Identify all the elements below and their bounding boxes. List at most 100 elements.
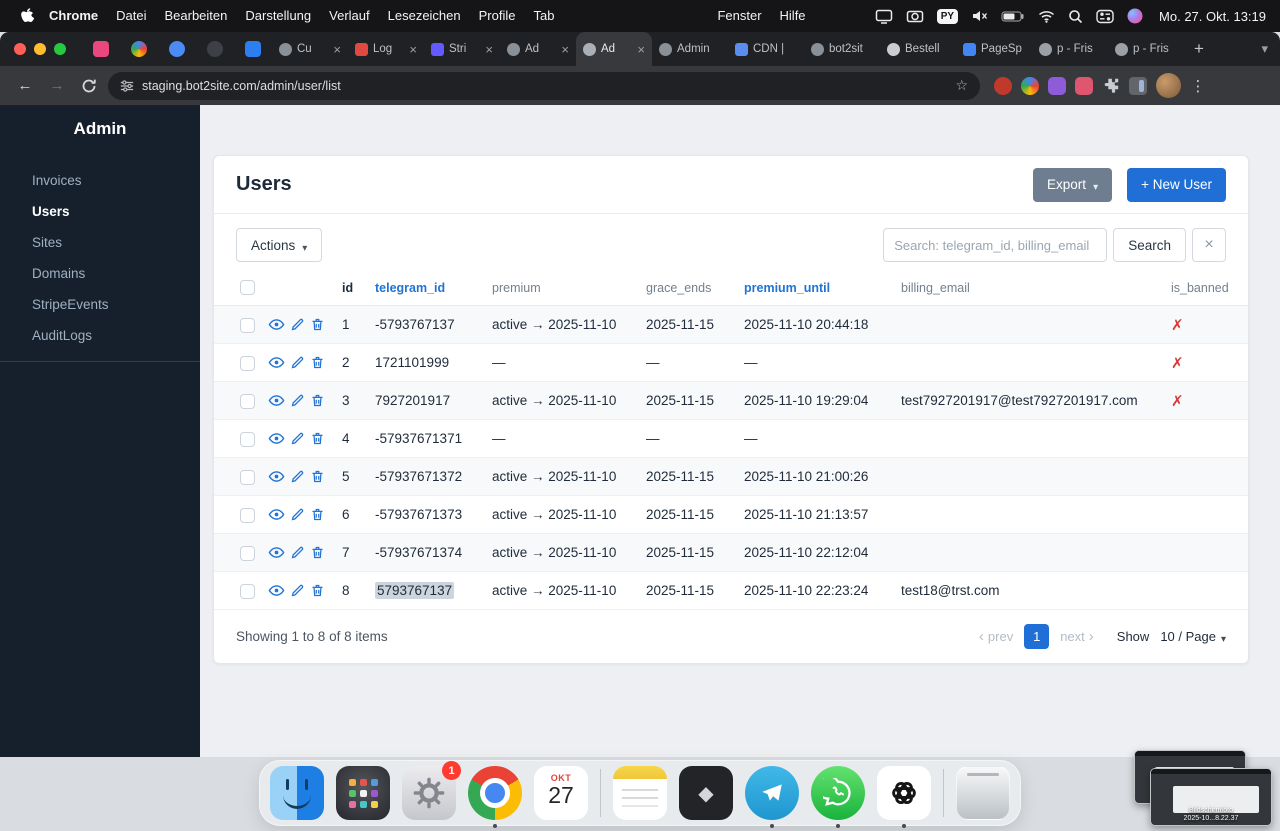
zoom-window-button[interactable]: [54, 43, 66, 55]
reload-button[interactable]: [76, 73, 102, 99]
row-checkbox[interactable]: [240, 431, 255, 447]
sidebar-item-users[interactable]: Users: [0, 196, 200, 227]
pinned-tab[interactable]: [234, 32, 272, 66]
view-icon[interactable]: [268, 582, 285, 599]
table-row[interactable]: 6 -57937671373 active → 2025-11-10 2025-…: [214, 495, 1248, 535]
col-is-banned[interactable]: is_banned: [1171, 276, 1248, 307]
tab-overflow-chevron-icon[interactable]: [1261, 41, 1268, 57]
spotlight-icon[interactable]: [1068, 9, 1083, 24]
row-checkbox[interactable]: [240, 545, 255, 561]
mute-icon[interactable]: [971, 9, 988, 23]
battery-icon[interactable]: [1001, 9, 1025, 24]
delete-icon[interactable]: [310, 469, 325, 484]
pinned-tab[interactable]: [82, 32, 120, 66]
close-window-button[interactable]: [14, 43, 26, 55]
sidebar-item-auditlogs[interactable]: AuditLogs: [0, 320, 200, 351]
calendar-dock-icon[interactable]: OKT 27: [534, 766, 588, 820]
browser-tab[interactable]: p - Fris: [1032, 32, 1108, 66]
new-tab-button[interactable]: [1184, 34, 1214, 64]
display-icon[interactable]: [875, 8, 893, 24]
browser-tab[interactable]: Admin: [652, 32, 728, 66]
browser-tab[interactable]: CDN |: [728, 32, 804, 66]
tab-close-icon[interactable]: [637, 42, 645, 57]
colorful-extension-icon[interactable]: [1021, 76, 1039, 95]
table-row[interactable]: 2 1721101999 — — — ✗: [214, 343, 1248, 383]
dark-app-dock-icon[interactable]: [679, 766, 733, 820]
delete-icon[interactable]: [310, 507, 325, 522]
menu-app-name[interactable]: Chrome: [40, 0, 107, 32]
whatsapp-dock-icon[interactable]: [811, 766, 865, 828]
menu-hilfe[interactable]: Hilfe: [771, 0, 815, 32]
export-button[interactable]: Export: [1033, 167, 1113, 202]
search-input[interactable]: [883, 228, 1108, 262]
browser-tab[interactable]: Bestell: [880, 32, 956, 66]
extensions-puzzle-icon[interactable]: [1102, 77, 1120, 95]
row-checkbox[interactable]: [240, 507, 255, 523]
delete-icon[interactable]: [310, 355, 325, 370]
trash-dock-icon[interactable]: [956, 766, 1010, 820]
table-row[interactable]: 3 7927201917 active → 2025-11-10 2025-11…: [214, 381, 1248, 421]
edit-icon[interactable]: [290, 583, 305, 598]
launchpad-dock-icon[interactable]: [336, 766, 390, 820]
pinned-tab[interactable]: [158, 32, 196, 66]
menu-profile[interactable]: Profile: [470, 0, 525, 32]
wifi-icon[interactable]: [1038, 9, 1055, 23]
row-checkbox[interactable]: [240, 583, 255, 599]
row-checkbox[interactable]: [240, 355, 255, 371]
notes-dock-icon[interactable]: [613, 766, 667, 820]
menu-verlauf[interactable]: Verlauf: [320, 0, 378, 32]
settings-dock-icon[interactable]: 1: [402, 761, 461, 820]
menu-bearbeiten[interactable]: Bearbeiten: [155, 0, 236, 32]
row-checkbox[interactable]: [240, 393, 255, 409]
browser-tab-active[interactable]: Ad: [576, 32, 652, 66]
delete-icon[interactable]: [310, 431, 325, 446]
chrome-dock-icon[interactable]: [468, 766, 522, 828]
view-icon[interactable]: [268, 316, 285, 333]
table-row[interactable]: 1 -5793767137 active → 2025-11-10 2025-1…: [214, 305, 1248, 345]
new-user-button[interactable]: + New User: [1127, 167, 1226, 202]
tab-close-icon[interactable]: [485, 42, 493, 57]
next-page-button[interactable]: next: [1060, 628, 1094, 645]
col-premium-until[interactable]: premium_until: [744, 276, 901, 307]
browser-tab[interactable]: PageSp: [956, 32, 1032, 66]
siri-icon[interactable]: [1127, 8, 1143, 24]
pinned-tab[interactable]: [120, 32, 158, 66]
tab-close-icon[interactable]: [561, 42, 569, 57]
edit-icon[interactable]: [290, 507, 305, 522]
browser-menu-icon[interactable]: [1190, 77, 1206, 95]
purple-extension-icon[interactable]: [1048, 76, 1066, 95]
back-button[interactable]: [12, 73, 38, 99]
view-icon[interactable]: [268, 392, 285, 409]
sidebar-item-domains[interactable]: Domains: [0, 258, 200, 289]
table-row[interactable]: 4 -57937671371 — — —: [214, 419, 1248, 459]
clear-search-button[interactable]: [1192, 228, 1226, 262]
col-id[interactable]: id: [330, 276, 375, 307]
pink-extension-icon[interactable]: [1075, 76, 1093, 95]
prev-page-button[interactable]: prev: [979, 628, 1013, 645]
per-page-select[interactable]: 10 / Page: [1160, 629, 1226, 644]
profile-avatar[interactable]: [1156, 73, 1181, 98]
address-bar[interactable]: staging.bot2site.com/admin/user/list: [108, 71, 980, 100]
sidebar-item-sites[interactable]: Sites: [0, 227, 200, 258]
table-row[interactable]: 5 -57937671372 active → 2025-11-10 2025-…: [214, 457, 1248, 497]
row-checkbox[interactable]: [240, 469, 255, 485]
screenshot-thumbnail[interactable]: Bildschirmfoto 2025-10...8.22.37: [1150, 768, 1272, 826]
view-icon[interactable]: [268, 430, 285, 447]
sidebar-item-stripeevents[interactable]: StripeEvents: [0, 289, 200, 320]
browser-tab[interactable]: p - Fris: [1108, 32, 1184, 66]
edit-icon[interactable]: [290, 545, 305, 560]
apple-menu-icon[interactable]: [14, 8, 40, 24]
edit-icon[interactable]: [290, 431, 305, 446]
table-row[interactable]: 7 -57937671374 active → 2025-11-10 2025-…: [214, 533, 1248, 573]
view-icon[interactable]: [268, 468, 285, 485]
minimize-window-button[interactable]: [34, 43, 46, 55]
menu-darstellung[interactable]: Darstellung: [236, 0, 320, 32]
view-icon[interactable]: [268, 506, 285, 523]
view-icon[interactable]: [268, 544, 285, 561]
telegram-dock-icon[interactable]: [745, 766, 799, 828]
sidebar-item-invoices[interactable]: Invoices: [0, 165, 200, 196]
input-source-indicator[interactable]: PY: [936, 8, 959, 24]
browser-tab[interactable]: Stri: [424, 32, 500, 66]
chatgpt-dock-icon[interactable]: [877, 766, 931, 828]
menubar-clock[interactable]: Mo. 27. Okt. 13:19: [1159, 9, 1266, 24]
